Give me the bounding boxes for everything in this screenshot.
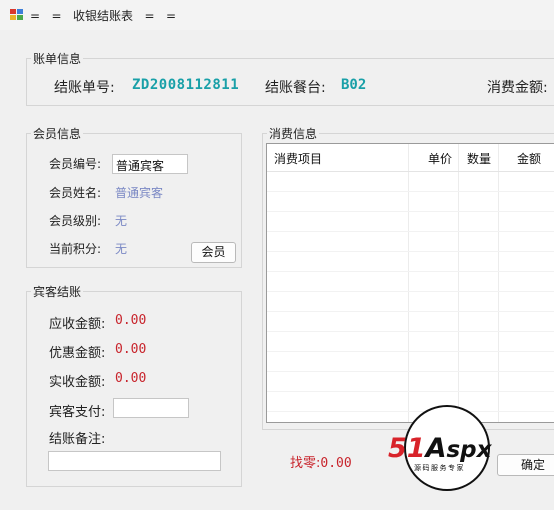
amount-label: 消费金额: <box>487 80 548 96</box>
table-no-value: B02 <box>341 77 367 93</box>
logo-brand-text: 51Aspx <box>388 433 493 464</box>
consumption-legend: 消费信息 <box>269 127 318 141</box>
change-value: 0.00 <box>320 456 352 471</box>
row-divider <box>267 351 554 352</box>
row-divider <box>267 251 554 252</box>
member-id-label: 会员编号: <box>49 157 102 171</box>
window-title: = = 收银结账表 = = <box>30 9 176 23</box>
column-header-qty[interactable]: 数量 <box>467 150 491 167</box>
receivable-label: 应收金额: <box>49 317 106 332</box>
column-divider <box>408 144 409 422</box>
member-id-input[interactable]: 普通宾客 <box>112 154 188 174</box>
bill-no-value: ZD2008112811 <box>132 77 240 93</box>
row-divider <box>267 371 554 372</box>
table-label: 结账餐台: <box>265 80 326 96</box>
row-divider <box>267 271 554 272</box>
paid-label: 宾客支付: <box>49 405 106 420</box>
header-divider <box>267 171 554 172</box>
member-button[interactable]: 会员 <box>191 242 236 263</box>
app-icon <box>10 9 23 21</box>
row-divider <box>267 211 554 212</box>
checkout-legend: 宾客结账 <box>33 285 82 299</box>
column-header-price[interactable]: 单价 <box>428 150 452 167</box>
member-name-label: 会员姓名: <box>49 186 102 200</box>
bill-info-legend: 账单信息 <box>33 52 82 66</box>
row-divider <box>267 191 554 192</box>
member-points-value: 无 <box>115 242 128 256</box>
row-divider <box>267 311 554 312</box>
note-input[interactable] <box>48 451 221 471</box>
title-bar: = = 收银结账表 = = <box>0 0 554 30</box>
member-name-value: 普通宾客 <box>115 186 164 200</box>
paid-input[interactable] <box>113 398 189 418</box>
column-divider <box>458 144 459 422</box>
discount-value: 0.00 <box>115 342 147 357</box>
watermark-logo: 51Aspx 源码服务专家 <box>386 404 506 494</box>
change-display: 找零:0.00 <box>290 452 352 471</box>
row-divider <box>267 331 554 332</box>
row-divider <box>267 231 554 232</box>
member-level-value: 无 <box>115 214 128 228</box>
member-info-legend: 会员信息 <box>33 127 82 141</box>
bill-no-label: 结账单号: <box>54 80 115 96</box>
row-divider <box>267 391 554 392</box>
watermark-logo-graphic: 51Aspx 源码服务专家 <box>388 405 493 491</box>
consumption-table[interactable]: 消费项目 单价 数量 金额 <box>266 143 554 423</box>
actual-value: 0.00 <box>115 371 147 386</box>
column-header-item[interactable]: 消费项目 <box>274 150 322 167</box>
column-divider <box>498 144 499 422</box>
receivable-value: 0.00 <box>115 313 147 328</box>
discount-label: 优惠金额: <box>49 346 106 361</box>
table-header: 消费项目 单价 数量 金额 <box>267 144 554 172</box>
change-label: 找零: <box>290 456 321 471</box>
logo-tagline-text: 源码服务专家 <box>414 463 465 472</box>
member-level-label: 会员级别: <box>49 214 102 228</box>
column-header-amount[interactable]: 金额 <box>517 150 541 167</box>
member-points-label: 当前积分: <box>49 242 102 256</box>
note-label: 结账备注: <box>49 432 106 447</box>
row-divider <box>267 291 554 292</box>
actual-label: 实收金额: <box>49 375 106 390</box>
